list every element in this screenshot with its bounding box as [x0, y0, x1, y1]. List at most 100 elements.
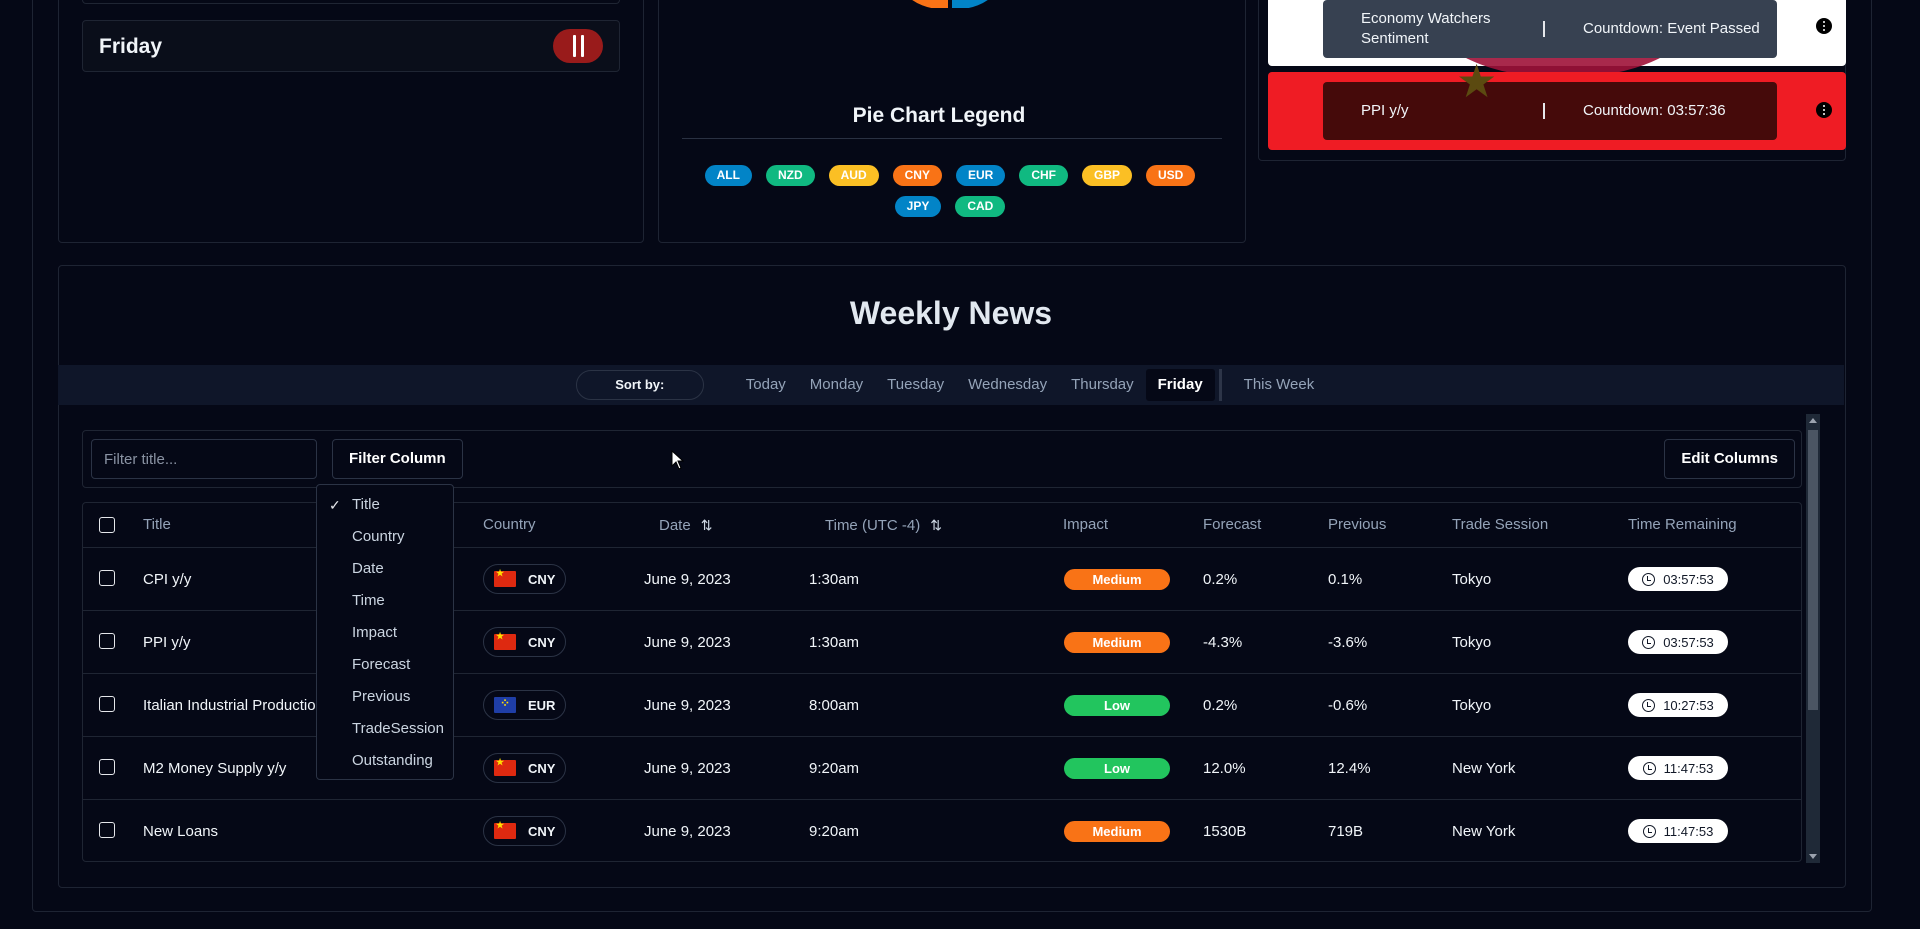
table-row[interactable]: New Loans CNY June 9, 2023 9:20am Medium 1530…	[83, 799, 1801, 861]
cell-time: 8:00am	[809, 697, 860, 714]
cell-time: 1:30am	[809, 634, 860, 651]
cell-forecast: 12.0%	[1203, 760, 1246, 777]
cell-date: June 9, 2023	[644, 823, 731, 840]
tab-monday[interactable]: Monday	[798, 369, 875, 401]
cell-date: June 9, 2023	[644, 634, 731, 651]
currency-chip-jpy[interactable]: JPY	[894, 196, 942, 217]
pie-slice-eur	[950, 0, 988, 8]
event-inner: Economy Watchers Sentiment Countdown: Ev…	[1323, 0, 1777, 58]
filter-option-label: Title	[352, 496, 380, 513]
currency-chip-chf[interactable]: CHF	[1019, 165, 1068, 186]
tab-this-week[interactable]: This Week	[1232, 369, 1327, 401]
cell-forecast: 0.2%	[1203, 697, 1238, 714]
cell-trade-session: New York	[1452, 823, 1516, 840]
row-checkbox[interactable]	[99, 696, 115, 712]
row-checkbox[interactable]	[99, 570, 115, 586]
impact-badge: Medium	[1064, 632, 1170, 653]
filter-option-time[interactable]: Time	[317, 585, 453, 617]
pie-chart	[900, 0, 1000, 8]
column-header-title[interactable]: Title	[143, 503, 171, 547]
sort-by-label: Sort by:	[575, 370, 704, 400]
cell-date: June 9, 2023	[644, 760, 731, 777]
clock-icon	[1642, 572, 1656, 586]
filter-option-outstanding[interactable]: Outstanding	[317, 745, 453, 777]
filter-option-title[interactable]: ✓ Title	[317, 489, 453, 521]
sort-icon[interactable]: ⇅	[701, 517, 713, 533]
cell-time: 9:20am	[809, 823, 860, 840]
currency-chip-eur[interactable]: EUR	[955, 165, 1006, 186]
edit-columns-button[interactable]: Edit Columns	[1664, 439, 1795, 479]
column-header-impact[interactable]: Impact	[1063, 503, 1108, 547]
filter-column-button[interactable]: Filter Column	[332, 439, 463, 479]
tab-thursday[interactable]: Thursday	[1059, 369, 1146, 401]
row-checkbox[interactable]	[99, 633, 115, 649]
more-options-icon[interactable]	[1816, 102, 1832, 118]
row-checkbox[interactable]	[99, 822, 115, 838]
scroll-down-icon[interactable]	[1809, 854, 1817, 859]
scroll-up-icon[interactable]	[1809, 418, 1817, 423]
column-header-country[interactable]: Country	[483, 503, 536, 547]
filter-option-label: Outstanding	[352, 752, 433, 769]
event-separator	[1543, 21, 1545, 37]
tab-tuesday[interactable]: Tuesday	[875, 369, 956, 401]
cell-previous: -0.6%	[1328, 697, 1368, 714]
filter-option-country[interactable]: Country	[317, 521, 453, 553]
currency-chip-gbp[interactable]: GBP	[1082, 165, 1133, 186]
time-remaining-badge: 11:47:53	[1628, 819, 1728, 843]
filter-option-forecast[interactable]: Forecast	[317, 649, 453, 681]
column-header-date[interactable]: Date ⇅	[659, 503, 712, 547]
table-scrollbar[interactable]	[1806, 414, 1820, 863]
tab-friday[interactable]: Friday	[1145, 369, 1215, 401]
more-options-icon[interactable]	[1816, 18, 1832, 34]
column-header-previous[interactable]: Previous	[1328, 503, 1386, 547]
cell-title: PPI y/y	[143, 634, 191, 651]
cell-previous: 12.4%	[1328, 760, 1371, 777]
filter-option-date[interactable]: Date	[317, 553, 453, 585]
column-header-time-label: Time (UTC -4)	[825, 517, 921, 534]
pause-icon-bar	[580, 35, 584, 57]
filter-title-input[interactable]	[91, 439, 317, 479]
tab-today[interactable]: Today	[734, 369, 798, 401]
day-card-friday[interactable]: Friday	[82, 20, 620, 72]
check-icon: ✓	[329, 497, 341, 513]
impact-badge: Medium	[1064, 821, 1170, 842]
event-separator	[1543, 103, 1545, 119]
cell-trade-session: Tokyo	[1452, 571, 1492, 588]
currency-chip-all[interactable]: ALL	[704, 165, 752, 186]
tab-wednesday[interactable]: Wednesday	[956, 369, 1059, 401]
pause-button[interactable]	[553, 29, 603, 63]
previous-day-card[interactable]	[82, 0, 620, 4]
currency-chip-usd[interactable]: USD	[1146, 165, 1196, 186]
flag-icon	[494, 568, 516, 587]
event-row-ppi[interactable]: PPI y/y Countdown: 03:57:36 ★	[1268, 58, 1846, 150]
time-remaining-value: 11:47:53	[1663, 823, 1714, 839]
tab-separator	[1218, 369, 1222, 401]
column-header-trade-session[interactable]: Trade Session	[1452, 503, 1548, 547]
filter-option-tradesession[interactable]: TradeSession	[317, 713, 453, 745]
flag-icon	[494, 631, 516, 650]
filter-option-label: TradeSession	[352, 720, 444, 737]
country-badge: CNY	[483, 816, 567, 846]
column-header-time-remaining[interactable]: Time Remaining	[1628, 503, 1737, 547]
currency-chip-aud[interactable]: AUD	[828, 165, 879, 186]
column-header-time[interactable]: Time (UTC -4) ⇅	[825, 503, 942, 547]
filter-option-previous[interactable]: Previous	[317, 681, 453, 713]
scroll-thumb[interactable]	[1808, 430, 1818, 710]
cell-forecast: 1530B	[1203, 823, 1247, 840]
currency-chip-nzd[interactable]: NZD	[765, 165, 815, 186]
row-checkbox[interactable]	[99, 759, 115, 775]
country-badge: EUR	[483, 690, 567, 720]
time-remaining-value: 03:57:53	[1663, 634, 1714, 650]
sort-icon[interactable]: ⇅	[930, 517, 942, 533]
filter-option-impact[interactable]: Impact	[317, 617, 453, 649]
cell-previous: 0.1%	[1328, 571, 1363, 588]
select-all-checkbox[interactable]	[99, 517, 115, 533]
column-header-forecast[interactable]: Forecast	[1203, 503, 1261, 547]
event-row-economy-watchers[interactable]: Economy Watchers Sentiment Countdown: Ev…	[1268, 0, 1846, 78]
currency-chip-cny[interactable]: CNY	[892, 165, 942, 186]
country-code: CNY	[528, 823, 556, 839]
clock-icon	[1642, 761, 1656, 775]
currency-chip-cad[interactable]: CAD	[955, 196, 1006, 217]
country-badge: CNY	[483, 564, 567, 594]
day-label: Friday	[99, 35, 163, 58]
